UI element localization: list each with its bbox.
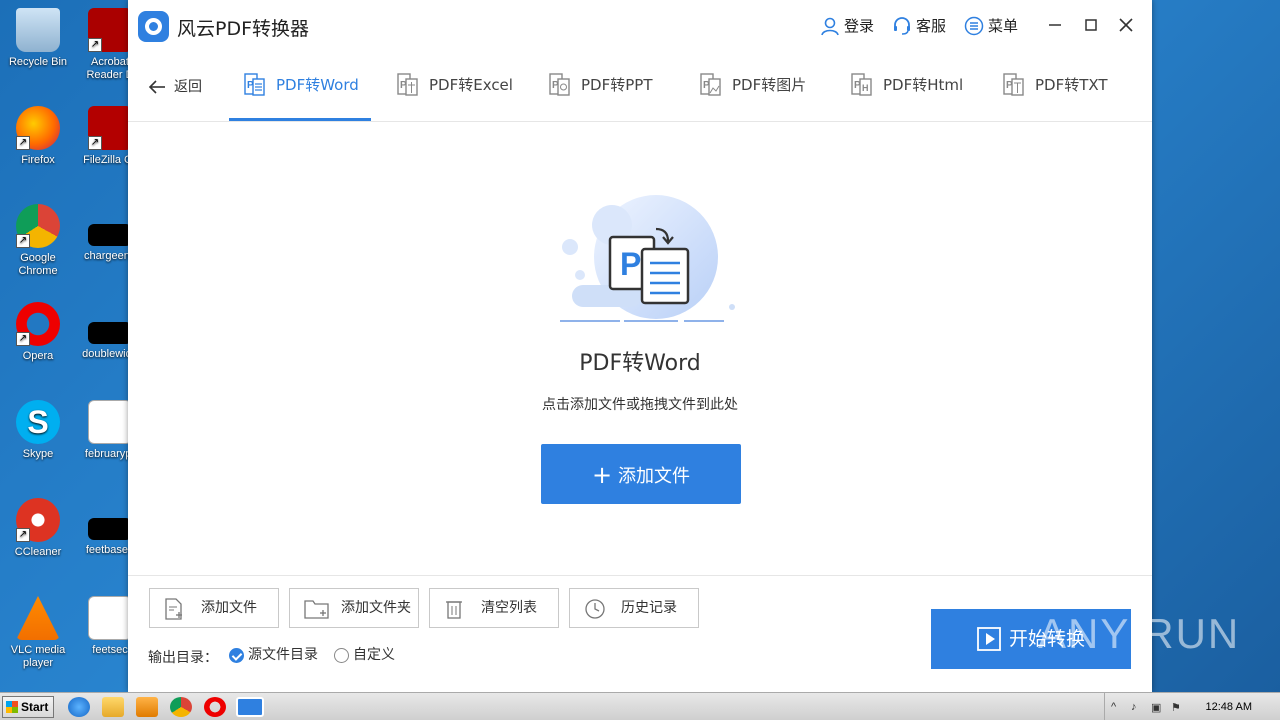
app-title: 风云PDF转换器 bbox=[177, 18, 310, 40]
file-icon bbox=[88, 322, 132, 344]
tab-pdf-to-html[interactable]: P H PDF转Html bbox=[850, 52, 963, 122]
word-document-icon bbox=[88, 400, 132, 444]
close-button[interactable] bbox=[1115, 14, 1137, 36]
menu-button[interactable]: 菜单 bbox=[964, 14, 1018, 38]
add-folder-button[interactable]: 添加文件夹 bbox=[289, 588, 419, 628]
opera-icon: ↗ bbox=[16, 302, 60, 346]
app-window: 风云PDF转换器 登录 客服 菜单 返回 P PDF转Word P PDF转Ex… bbox=[128, 0, 1152, 692]
pdf-image-icon: P bbox=[700, 73, 721, 96]
output-source-dir-option[interactable]: 源文件目录 bbox=[229, 647, 318, 664]
watermark: ANY RUN bbox=[1038, 610, 1241, 657]
checked-radio-icon bbox=[229, 648, 244, 663]
pdf-converter-taskbar-icon[interactable] bbox=[236, 697, 264, 717]
maximize-button[interactable] bbox=[1080, 14, 1102, 36]
action-center-flag-icon[interactable]: ⚑ bbox=[1171, 701, 1181, 714]
user-icon bbox=[821, 17, 839, 36]
drop-area-hint: 点击添加文件或拖拽文件到此处 bbox=[542, 397, 738, 413]
acrobat-icon: ↗ bbox=[88, 8, 132, 52]
history-button[interactable]: 历史记录 bbox=[569, 588, 699, 628]
conversion-tabs: 返回 P PDF转Word P PDF转Excel P PDF转PPT P PD… bbox=[128, 52, 1152, 122]
word-document-icon bbox=[88, 596, 132, 640]
title-bar: 风云PDF转换器 登录 客服 菜单 bbox=[128, 0, 1152, 52]
tab-pdf-to-ppt[interactable]: P PDF转PPT bbox=[548, 52, 652, 122]
pdf-to-word-illustration-icon: P bbox=[560, 195, 735, 322]
close-icon bbox=[1119, 18, 1133, 32]
opera-taskbar-icon[interactable] bbox=[204, 697, 226, 717]
trash-icon bbox=[446, 601, 462, 619]
support-button[interactable]: 客服 bbox=[892, 14, 946, 38]
app-logo-icon bbox=[138, 11, 169, 42]
desktop-icon-recycle-bin[interactable]: Recycle Bin bbox=[0, 8, 76, 69]
add-file-primary-button[interactable]: + 添加文件 bbox=[541, 444, 741, 504]
headset-icon bbox=[894, 17, 910, 35]
desktop-icon-opera[interactable]: ↗ Opera bbox=[0, 302, 76, 363]
play-icon bbox=[977, 627, 1001, 651]
show-hidden-icons-icon[interactable]: ^ bbox=[1111, 701, 1116, 713]
recycle-bin-icon bbox=[16, 8, 60, 52]
maximize-icon bbox=[1085, 19, 1097, 31]
radio-icon bbox=[334, 648, 349, 663]
login-button[interactable]: 登录 bbox=[820, 14, 874, 38]
bottom-toolbar: 添加文件 添加文件夹 清空列表 历史记录 输出目录： 源文件目录 自定义 开始转… bbox=[128, 575, 1152, 692]
back-button[interactable]: 返回 bbox=[148, 76, 202, 98]
pdf-ppt-icon: P bbox=[549, 73, 570, 96]
desktop-icon-vlc[interactable]: VLC media player bbox=[0, 596, 76, 670]
active-tab-indicator bbox=[229, 118, 371, 121]
pdf-html-icon: P H bbox=[851, 73, 872, 96]
tab-pdf-to-excel[interactable]: P PDF转Excel bbox=[396, 52, 513, 122]
filezilla-icon: ↗ bbox=[88, 106, 132, 150]
add-file-button[interactable]: 添加文件 bbox=[149, 588, 279, 628]
output-custom-option[interactable]: 自定义 bbox=[334, 647, 395, 664]
taskbar: Start ^ ♪ ▣ ⚑ 12:48 AM bbox=[0, 692, 1280, 720]
output-directory-label: 输出目录： bbox=[148, 650, 218, 666]
menu-list-icon bbox=[964, 16, 984, 36]
pdf-txt-icon: P bbox=[1003, 73, 1024, 96]
tab-pdf-to-txt[interactable]: P PDF转TXT bbox=[1002, 52, 1108, 122]
firefox-icon: ↗ bbox=[16, 106, 60, 150]
desktop-icon-skype[interactable]: S Skype bbox=[0, 400, 76, 461]
desktop-icon-chrome[interactable]: ↗ Google Chrome bbox=[0, 204, 76, 278]
start-button[interactable]: Start bbox=[2, 696, 54, 718]
ccleaner-icon: ↗ bbox=[16, 498, 60, 542]
network-icon[interactable]: ▣ bbox=[1151, 701, 1161, 714]
explorer-taskbar-icon[interactable] bbox=[102, 697, 124, 717]
ie-taskbar-icon[interactable] bbox=[68, 697, 90, 717]
clear-list-button[interactable]: 清空列表 bbox=[429, 588, 559, 628]
file-icon bbox=[88, 518, 132, 540]
media-player-taskbar-icon[interactable] bbox=[136, 697, 158, 717]
plus-icon: + bbox=[591, 461, 613, 489]
vlc-icon bbox=[16, 596, 60, 640]
skype-icon: S bbox=[16, 400, 60, 444]
add-file-icon bbox=[165, 598, 182, 620]
tab-pdf-to-word[interactable]: P PDF转Word bbox=[243, 52, 359, 122]
minimize-button[interactable] bbox=[1044, 14, 1066, 36]
svg-text:H: H bbox=[862, 83, 869, 93]
pdf-excel-icon: P bbox=[397, 73, 418, 96]
system-tray: ^ ♪ ▣ ⚑ 12:48 AM bbox=[1104, 693, 1280, 720]
add-folder-icon bbox=[304, 600, 329, 619]
drop-area-title: PDF转Word bbox=[579, 351, 701, 376]
tab-pdf-to-image[interactable]: P PDF转图片 bbox=[699, 52, 806, 122]
chrome-taskbar-icon[interactable] bbox=[170, 697, 192, 717]
minimize-icon bbox=[1049, 24, 1061, 26]
clock-icon bbox=[585, 599, 605, 619]
file-icon bbox=[88, 224, 132, 246]
chrome-icon: ↗ bbox=[16, 204, 60, 248]
clock[interactable]: 12:48 AM bbox=[1206, 701, 1252, 713]
svg-text:P: P bbox=[620, 246, 641, 282]
desktop-icon-firefox[interactable]: ↗ Firefox bbox=[0, 106, 76, 167]
windows-logo-icon bbox=[6, 701, 18, 713]
arrow-left-icon bbox=[148, 80, 165, 94]
desktop-icon-ccleaner[interactable]: ↗ CCleaner bbox=[0, 498, 76, 559]
pdf-word-icon: P bbox=[244, 73, 265, 96]
speaker-icon[interactable]: ♪ bbox=[1131, 701, 1137, 713]
